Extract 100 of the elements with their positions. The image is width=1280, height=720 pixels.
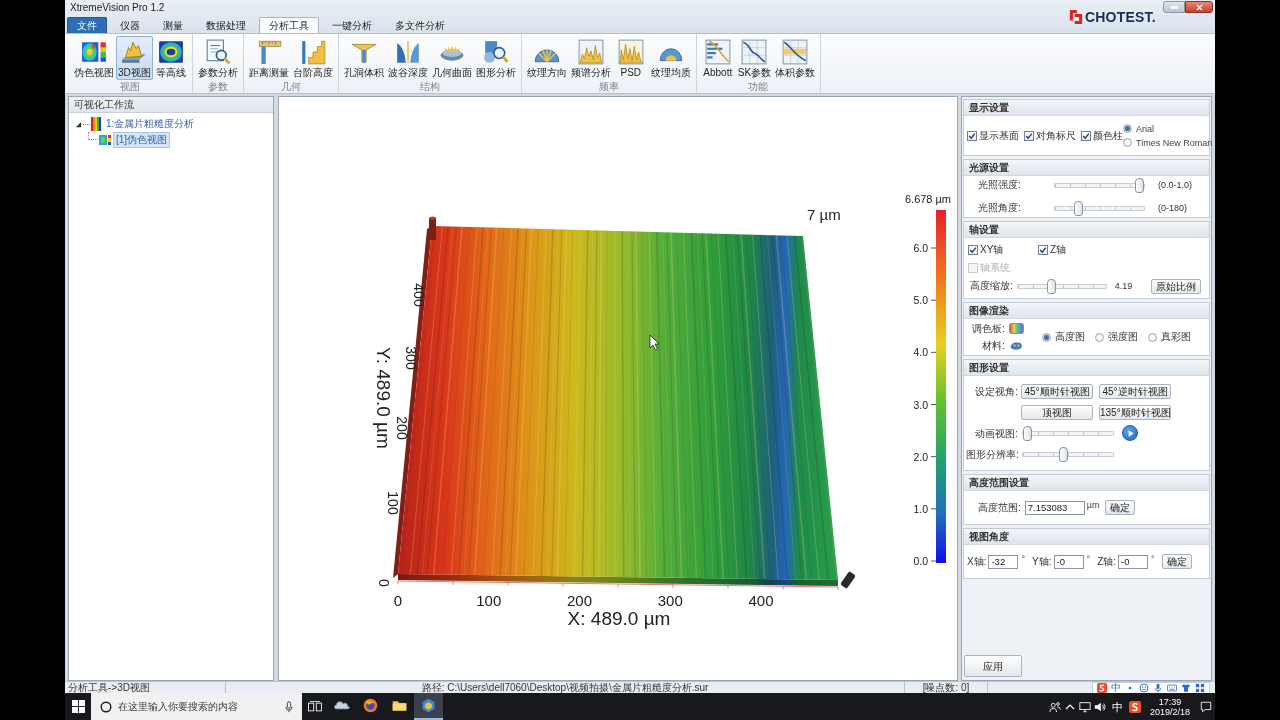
- tick-label: 100: [476, 592, 502, 609]
- smiley-icon[interactable]: [1139, 682, 1149, 693]
- ribbon-group-label: 几何: [279, 81, 302, 93]
- radio-label: 强度图: [1107, 330, 1138, 344]
- ribbon-button[interactable]: 图形分析: [473, 36, 518, 80]
- slider-thumb[interactable]: [1059, 446, 1069, 462]
- ribbon-button[interactable]: 等高线: [152, 36, 189, 80]
- ime-mode-indicator[interactable]: 中: [1111, 700, 1123, 713]
- color-map-icon: [99, 135, 111, 145]
- menu-tab[interactable]: 仪器: [110, 17, 150, 33]
- keyboard-icon[interactable]: [1167, 682, 1177, 693]
- ime-mode-indicator[interactable]: 中: [1111, 682, 1121, 693]
- search-field[interactable]: 在这里输入你要搜索的内容: [91, 693, 302, 720]
- ribbon-button[interactable]: 3D视图: [116, 36, 153, 80]
- view-angle-button[interactable]: 45°逆时针视图: [1099, 384, 1171, 399]
- radio-button[interactable]: [1123, 138, 1132, 147]
- close-button[interactable]: [1185, 1, 1213, 13]
- expander-icon[interactable]: [75, 120, 82, 128]
- text-field[interactable]: -32: [988, 554, 1019, 569]
- text-field[interactable]: -0: [1118, 554, 1148, 569]
- peaks-icon: [121, 39, 148, 65]
- tick-label: 0.0: [913, 555, 928, 567]
- radio-button[interactable]: [1094, 332, 1104, 342]
- tree-item[interactable]: 1:金属片粗糙度分析: [103, 116, 198, 132]
- taskbar-app-button[interactable]: [414, 693, 443, 720]
- reset-scale-button[interactable]: 原始比例: [1150, 278, 1201, 294]
- tick-label: 6.0: [913, 242, 928, 254]
- tick-label: 1.0: [913, 502, 928, 515]
- view-angle-button[interactable]: 顶视图: [1021, 405, 1093, 420]
- palette-icon[interactable]: [1008, 323, 1024, 334]
- menu-tab[interactable]: 分析工具: [259, 17, 319, 33]
- text-field[interactable]: -0: [1053, 554, 1084, 569]
- view-angle-button[interactable]: 45°顺时针视图: [1021, 384, 1093, 399]
- menu-tab[interactable]: 一键分析: [322, 17, 382, 33]
- ribbon-button[interactable]: 频谱分析: [568, 36, 613, 80]
- shirt-icon[interactable]: [1181, 682, 1191, 693]
- ribbon-button[interactable]: 伪色视图: [72, 36, 116, 80]
- checkbox[interactable]: [967, 130, 977, 141]
- confirm-button[interactable]: 确定: [1161, 554, 1192, 569]
- view-angle-button[interactable]: 135°顺时针视图: [1099, 405, 1171, 420]
- volume-icon[interactable]: [1093, 700, 1106, 713]
- notification-icon[interactable]: [1200, 700, 1212, 713]
- menu-tab[interactable]: 多文件分析: [385, 17, 455, 33]
- checkbox[interactable]: [1081, 130, 1091, 141]
- text-field[interactable]: 7.153083: [1024, 500, 1085, 515]
- ribbon-button[interactable]: 台阶高度: [290, 36, 335, 80]
- play-button[interactable]: [1122, 425, 1138, 441]
- clock-time[interactable]: 17:39: [1158, 696, 1182, 707]
- section-title: 轴设置: [964, 222, 1209, 238]
- slider-thumb[interactable]: [1047, 278, 1056, 294]
- hexagon-icon: [420, 697, 437, 714]
- checkbox[interactable]: [968, 245, 978, 255]
- checkbox[interactable]: [1024, 130, 1034, 141]
- field-label: 高度范围:: [978, 500, 1021, 515]
- grid-icon[interactable]: [1195, 682, 1205, 693]
- apply-button[interactable]: 应用: [964, 655, 1022, 677]
- tick-label: 200: [567, 592, 592, 609]
- checkmark-icon: [968, 131, 976, 140]
- microphone-icon[interactable]: [285, 700, 293, 713]
- status-text: 分析工具->3D视图: [67, 682, 151, 693]
- ribbon-button[interactable]: SK参数: [735, 36, 774, 80]
- ribbon-button[interactable]: Abbott: [699, 36, 736, 80]
- ribbon-button[interactable]: 纹理均质: [648, 36, 693, 80]
- checkbox-label: 轴系统: [980, 261, 1010, 275]
- clock-date[interactable]: 2019/2/18: [1149, 706, 1190, 717]
- menu-tab[interactable]: 数据处理: [196, 17, 256, 33]
- microphone-icon[interactable]: [1153, 682, 1163, 693]
- radio-label: Times New Roman: [1136, 137, 1213, 148]
- checkbox-label: 显示基面: [979, 128, 1019, 143]
- people-icon[interactable]: [1048, 700, 1061, 713]
- ribbon-button[interactable]: 纹理方向: [524, 36, 569, 80]
- document-search-icon: [204, 39, 231, 65]
- ribbon-button[interactable]: PSD: [612, 36, 649, 80]
- ribbon-button[interactable]: 参数分析: [195, 36, 240, 80]
- radio-button[interactable]: [1041, 332, 1051, 342]
- ribbon-button[interactable]: 体积参数: [773, 36, 818, 80]
- tick-label: 400: [748, 592, 774, 609]
- slider-reading: 4.19: [1114, 281, 1134, 291]
- tick-label: 3.0: [913, 398, 928, 411]
- ribbon-button[interactable]: 波谷深度: [385, 36, 430, 80]
- confirm-button[interactable]: 确定: [1105, 500, 1136, 515]
- sogou-icon[interactable]: [1128, 700, 1141, 713]
- checkbox[interactable]: [1038, 245, 1048, 255]
- unit-label: °: [1021, 554, 1026, 564]
- slider-thumb[interactable]: [1023, 425, 1032, 441]
- menu-tab[interactable]: 测量: [153, 17, 193, 33]
- radio-button[interactable]: [1123, 124, 1132, 133]
- radio-button[interactable]: [1147, 332, 1157, 342]
- tree-item[interactable]: [1]伪色视图: [113, 132, 171, 148]
- file-menu-tab[interactable]: 文件: [67, 17, 107, 33]
- color-map-icon: [81, 39, 107, 65]
- slider-thumb[interactable]: [1135, 177, 1144, 193]
- slider-label: 光照强度:: [978, 178, 1022, 192]
- network-icon[interactable]: [1078, 700, 1091, 713]
- ribbon-button[interactable]: 孔洞体积: [341, 36, 386, 80]
- slider-label: 动画视图:: [974, 426, 1018, 441]
- slider-thumb[interactable]: [1074, 200, 1084, 216]
- ribbon-button[interactable]: 距离测量: [246, 36, 291, 80]
- ribbon-button[interactable]: 几何曲面: [429, 36, 474, 80]
- material-icon[interactable]: [1008, 340, 1024, 351]
